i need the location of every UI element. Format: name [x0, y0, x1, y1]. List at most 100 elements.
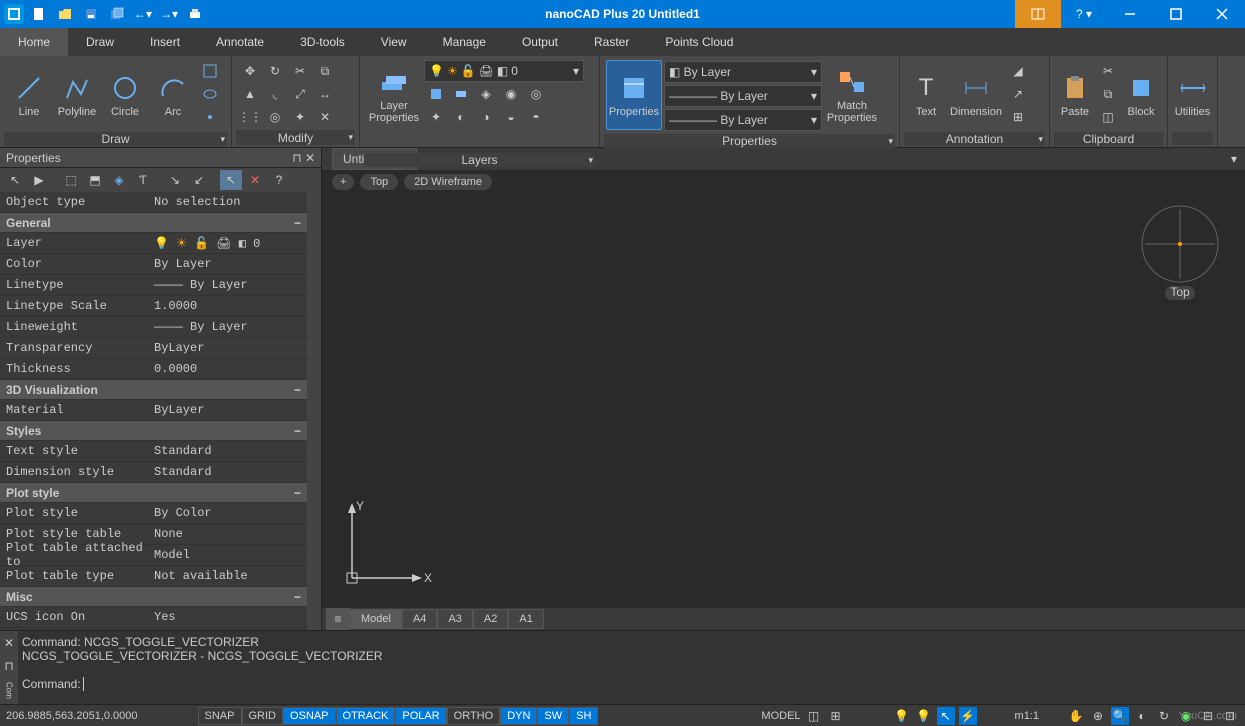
toggle-dyn[interactable]: DYN — [500, 707, 537, 725]
tab-a2[interactable]: A2 — [473, 609, 508, 629]
redo-icon[interactable]: →▾ — [158, 3, 180, 25]
ptool-8[interactable]: ↙ — [188, 170, 210, 190]
layer-tool-3[interactable]: ◈ — [474, 83, 498, 105]
help-icon[interactable]: ? ▾ — [1061, 0, 1107, 28]
sb-cursor-icon[interactable]: ↖ — [937, 707, 955, 725]
new-file-icon[interactable] — [28, 3, 50, 25]
block-button[interactable]: Block — [1122, 60, 1160, 130]
cmd-expand-icon[interactable]: ⊓ — [4, 659, 13, 673]
utilities-button[interactable]: Utilities — [1174, 60, 1211, 130]
toggle-sw[interactable]: SW — [537, 707, 569, 725]
layer-tool-9[interactable]: ◒ — [499, 106, 523, 128]
pan-icon[interactable]: ✋ — [1067, 707, 1085, 725]
toggle-grid[interactable]: GRID — [242, 707, 284, 725]
prop-section-3d-visualization[interactable]: 3D Visualization− — [0, 380, 307, 400]
prop-row[interactable]: ColorBy Layer — [0, 254, 307, 275]
toggle-snap[interactable]: SNAP — [198, 707, 242, 725]
pin-icon[interactable]: ⊓ — [292, 151, 301, 165]
ptool-5[interactable]: ◈ — [108, 170, 130, 190]
ptool-4[interactable]: ⬒ — [84, 170, 106, 190]
menu-view[interactable]: View — [363, 28, 425, 56]
layer-tool-5[interactable]: ◎ — [524, 83, 548, 105]
trim-icon[interactable]: ✂ — [288, 60, 312, 82]
toggle-polar[interactable]: POLAR — [395, 707, 446, 725]
menu-manage[interactable]: Manage — [425, 28, 504, 56]
prop-row[interactable]: Layer💡 ☀ 🔓 🖨 ◧ 0 — [0, 233, 307, 254]
layer-tool-7[interactable]: ◐ — [449, 106, 473, 128]
lineweight-dropdown[interactable]: ———— By Layer▾ — [664, 109, 822, 131]
open-file-icon[interactable] — [54, 3, 76, 25]
undo-icon[interactable]: ←▾ — [132, 3, 154, 25]
circle-button[interactable]: Circle — [102, 60, 148, 130]
prop-row[interactable]: Thickness0.0000 — [0, 359, 307, 380]
ptool-10[interactable]: ✕ — [244, 170, 266, 190]
zoom-extents-icon[interactable]: ⊕ — [1089, 707, 1107, 725]
prop-row[interactable]: Dimension styleStandard — [0, 462, 307, 483]
properties-scrollbar[interactable] — [307, 192, 321, 630]
menu-3dtools[interactable]: 3D-tools — [282, 28, 363, 56]
annot-tool-3[interactable]: ⊞ — [1006, 106, 1030, 128]
array-icon[interactable]: ⋮⋮ — [238, 106, 262, 128]
menu-insert[interactable]: Insert — [132, 28, 198, 56]
offset-icon[interactable]: ◎ — [263, 106, 287, 128]
prop-row[interactable]: Plot table typeNot available — [0, 566, 307, 587]
prop-row[interactable]: Text styleStandard — [0, 441, 307, 462]
layer-properties-button[interactable]: Layer Properties — [366, 60, 422, 130]
draw-tool-2[interactable] — [198, 83, 222, 105]
layer-selector[interactable]: 💡☀🔓🖨◧ 0 ▾ — [424, 60, 584, 82]
layer-tool-1[interactable] — [424, 83, 448, 105]
copy-clip-icon[interactable]: ⧉ — [1096, 83, 1120, 105]
annot-tool-2[interactable]: ↗ — [1006, 83, 1030, 105]
cmd-input[interactable] — [83, 677, 85, 691]
menu-output[interactable]: Output — [504, 28, 576, 56]
color-dropdown[interactable]: ◧ By Layer▾ — [664, 61, 822, 83]
prop-row[interactable]: MaterialByLayer — [0, 400, 307, 421]
prop-section-plot-style[interactable]: Plot style− — [0, 483, 307, 503]
clip-tool-3[interactable]: ◫ — [1096, 106, 1120, 128]
match-properties-button[interactable]: Match Properties — [824, 60, 880, 130]
view-top-button[interactable]: Top — [360, 174, 398, 190]
prop-row[interactable]: TransparencyByLayer — [0, 338, 307, 359]
zoom-window-icon[interactable]: 🔍 — [1111, 707, 1129, 725]
toggle-osnap[interactable]: OSNAP — [283, 707, 336, 725]
print-icon[interactable] — [184, 3, 206, 25]
scale-icon[interactable]: ⤢ — [288, 83, 312, 105]
cmd-clear-icon[interactable]: ✕ — [4, 636, 14, 650]
draw-tool-1[interactable] — [198, 60, 222, 82]
layer-tool-2[interactable] — [449, 83, 473, 105]
move-icon[interactable]: ✥ — [238, 60, 262, 82]
sb-bolt-icon[interactable]: ⚡ — [959, 707, 977, 725]
tab-model[interactable]: Model — [350, 609, 402, 629]
properties-button[interactable]: Properties — [606, 60, 662, 130]
copy-icon[interactable]: ⧉ — [313, 60, 337, 82]
layout-list-icon[interactable]: ≡ — [326, 608, 350, 630]
ptool-help-icon[interactable]: ? — [268, 170, 290, 190]
save-icon[interactable] — [80, 3, 102, 25]
text-button[interactable]: TText — [906, 60, 946, 130]
prop-section-styles[interactable]: Styles− — [0, 421, 307, 441]
sb-icon-1[interactable]: ◫ — [805, 707, 823, 725]
menu-pointscloud[interactable]: Points Cloud — [647, 28, 751, 56]
stretch-icon[interactable]: ↔ — [313, 83, 337, 105]
prop-row[interactable]: Linetype———— By Layer — [0, 275, 307, 296]
prop-row[interactable]: Linetype Scale1.0000 — [0, 296, 307, 317]
fillet-icon[interactable]: ◟ — [263, 83, 287, 105]
ptool-3[interactable]: ⬚ — [60, 170, 82, 190]
menu-home[interactable]: Home — [0, 28, 68, 56]
save-all-icon[interactable] — [106, 3, 128, 25]
view-style-button[interactable]: 2D Wireframe — [404, 174, 492, 190]
toggle-sh[interactable]: SH — [569, 707, 598, 725]
rotate-icon[interactable]: ↻ — [263, 60, 287, 82]
draw-tool-3[interactable] — [198, 106, 222, 128]
line-button[interactable]: Line — [6, 60, 52, 130]
menu-annotate[interactable]: Annotate — [198, 28, 282, 56]
menu-draw[interactable]: Draw — [68, 28, 132, 56]
ptool-1[interactable]: ↖ — [4, 170, 26, 190]
prop-row[interactable]: Plot styleBy Color — [0, 503, 307, 524]
close-button[interactable] — [1199, 0, 1245, 28]
toggle-ortho[interactable]: ORTHO — [447, 707, 501, 725]
sb-icon-2[interactable]: ⊞ — [827, 707, 845, 725]
dimension-button[interactable]: Dimension — [948, 60, 1004, 130]
menu-raster[interactable]: Raster — [576, 28, 647, 56]
cut-icon[interactable]: ✂ — [1096, 60, 1120, 82]
